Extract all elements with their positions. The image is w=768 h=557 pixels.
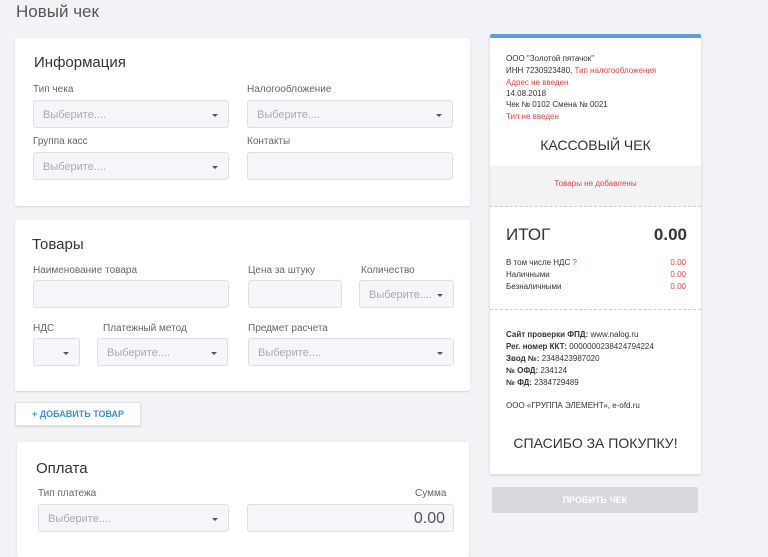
receipt-row-cash: Наличными 0.00 <box>506 270 686 279</box>
receipt-row-vat: В том числе НДС ? 0.00 <box>506 258 686 267</box>
receipt-fd-no-value: 2384729489 <box>534 378 579 387</box>
add-item-button[interactable]: + ДОБАВИТЬ ТОВАР <box>15 402 141 426</box>
receipt-check-shift: Чек № 0102 Смена № 0021 <box>506 100 608 109</box>
chevron-down-icon <box>436 114 442 117</box>
pay-button[interactable]: ПРОБИТЬ ЧЕК <box>492 487 698 513</box>
taxation-label: Налогообложение <box>247 84 332 95</box>
receipt-row-value: 0.00 <box>670 270 686 279</box>
item-name-label: Наименование товара <box>33 265 138 276</box>
info-title: Информация <box>34 54 126 71</box>
receipt-address-missing: Адрес не введен <box>506 78 569 87</box>
info-card: Информация Тип чека Выберите.... Налогоо… <box>15 38 470 206</box>
receipt-row-label: Наличными <box>506 270 550 279</box>
receipt-row-label: Безналичными <box>506 282 562 291</box>
sum-value: 0.00 <box>413 510 445 527</box>
payment-type-label: Тип платежа <box>38 488 97 499</box>
quantity-select[interactable]: Выберите.... <box>359 280 454 308</box>
receipt-row-value: 0.00 <box>670 282 686 291</box>
chevron-down-icon <box>211 352 217 355</box>
payment-title: Оплата <box>36 460 88 477</box>
goods-title: Товары <box>32 236 84 253</box>
receipt-ofd-no-value: 234124 <box>540 366 568 375</box>
chevron-down-icon <box>437 294 443 297</box>
price-input[interactable] <box>248 280 342 308</box>
subject-placeholder: Выберите.... <box>258 347 322 359</box>
receipt-type-missing: Тип не введен <box>506 112 559 121</box>
chevron-down-icon <box>63 352 69 355</box>
payment-method-placeholder: Выберите.... <box>107 347 171 359</box>
receipt-row-card: Безналичными 0.00 <box>506 282 686 291</box>
receipt-top-bar <box>490 34 701 38</box>
quantity-label: Количество <box>361 265 415 276</box>
vat-label: НДС <box>33 323 55 334</box>
receipt-total-value: 0.00 <box>653 225 687 244</box>
receipt-fd-no: № ФД: 2384729489 <box>506 378 579 387</box>
receipt-preview: ООО "Золотой пятачок" ИНН 7230923480, Ти… <box>490 34 701 474</box>
payment-method-label: Платежный метод <box>103 323 187 334</box>
vat-select[interactable] <box>33 338 80 366</box>
contacts-input[interactable] <box>247 152 453 180</box>
taxation-placeholder: Выберите.... <box>257 109 321 121</box>
payment-type-placeholder: Выберите.... <box>48 513 112 525</box>
receipt-tax-missing: Тип налогообложения <box>574 66 657 75</box>
subject-select[interactable]: Выберите.... <box>248 338 454 366</box>
receipt-date: 14.08.2018 <box>506 89 547 98</box>
register-group-select[interactable]: Выберите.... <box>33 152 229 180</box>
chevron-down-icon <box>212 166 218 169</box>
receipt-divider <box>490 309 701 310</box>
receipt-inn-line: ИНН 7230923480, Тип налогообложения <box>506 66 656 75</box>
chevron-down-icon <box>437 352 443 355</box>
contacts-label: Контакты <box>247 136 291 147</box>
receipt-kkt-reg-value: 0000000238424794224 <box>569 342 654 351</box>
receipt-factory-no-label: Звод №: <box>506 354 540 363</box>
sum-label: Сумма <box>415 488 447 499</box>
receipt-fd-no-label: № ФД: <box>506 378 532 387</box>
receipt-thanks: СПАСИБО ЗА ПОКУПКУ! <box>513 435 678 451</box>
goods-card: Товары Наименование товара Цена за штуку… <box>15 220 470 391</box>
payment-type-select[interactable]: Выберите.... <box>38 504 229 532</box>
item-name-input[interactable] <box>33 280 229 308</box>
page-title: Новый чек <box>16 2 99 21</box>
receipt-row-value: 0.00 <box>670 258 686 267</box>
receipt-fns-site-value: www.nalog.ru <box>590 330 639 339</box>
receipt-fns-site-label: Сайт проверки ФПД: <box>506 330 589 339</box>
receipt-row-label: В том числе НДС <box>506 258 571 267</box>
chevron-down-icon <box>212 518 218 521</box>
receipt-type-label: Тип чека <box>33 84 74 95</box>
receipt-factory-no: Звод №: 2348423987020 <box>506 354 600 363</box>
receipt-kkt-reg-label: Рег. номер ККТ: <box>506 342 568 351</box>
receipt-row-mark: ? <box>572 258 577 267</box>
register-group-placeholder: Выберите.... <box>43 161 107 173</box>
receipt-provider: ООО «ГРУППА ЭЛЕМЕНТ», e-ofd.ru <box>506 401 640 410</box>
receipt-factory-no-value: 2348423987020 <box>541 354 600 363</box>
receipt-company: ООО "Золотой пятачок" <box>506 54 595 63</box>
receipt-type-placeholder: Выберите.... <box>43 109 107 121</box>
payment-method-select[interactable]: Выберите.... <box>97 338 228 366</box>
quantity-placeholder: Выберите.... <box>369 289 433 301</box>
receipt-type-select[interactable]: Выберите.... <box>33 100 229 128</box>
receipt-kkt-reg: Рег. номер ККТ: 0000000238424794224 <box>506 342 654 351</box>
receipt-fns-site: Сайт проверки ФПД: www.nalog.ru <box>506 330 639 339</box>
receipt-total-label: ИТОГ <box>506 225 551 244</box>
register-group-label: Группа касс <box>33 136 88 147</box>
sum-input[interactable]: 0.00 <box>247 504 454 532</box>
receipt-heading: КАССОВЫЙ ЧЕК <box>540 137 651 153</box>
chevron-down-icon <box>212 114 218 117</box>
receipt-ofd-no-label: № ОФД: <box>506 366 539 375</box>
taxation-select[interactable]: Выберите.... <box>247 100 453 128</box>
price-label: Цена за штуку <box>248 265 315 276</box>
receipt-divider <box>490 206 701 207</box>
receipt-inn: ИНН 7230923480, <box>506 66 573 75</box>
receipt-ofd-no: № ОФД: 234124 <box>506 366 567 375</box>
subject-label: Предмет расчета <box>248 323 328 334</box>
receipt-no-goods: Товары не добавлены <box>554 179 637 188</box>
payment-card: Оплата Тип платежа Выберите.... Сумма 0.… <box>17 442 469 557</box>
